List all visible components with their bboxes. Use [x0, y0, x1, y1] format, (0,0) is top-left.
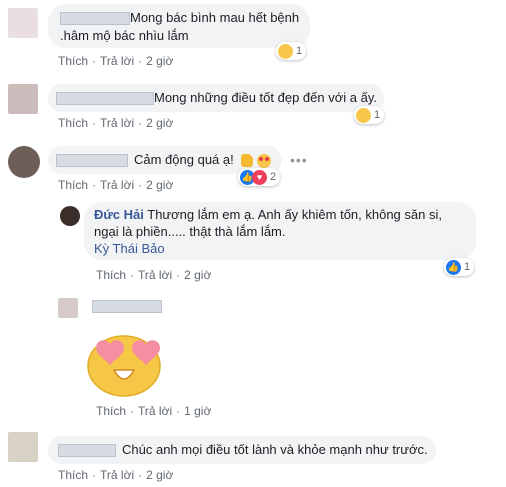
comment-text-line2: ngại là phiền..... thật thà lắm lắm. — [94, 224, 286, 239]
love-reaction-icon: ♥ — [252, 169, 267, 185]
heart-eyes-emoji-icon — [256, 153, 271, 168]
comment-actions: Thích · Trả lời · 2 giờ — [58, 468, 174, 482]
like-link[interactable]: Thích — [96, 268, 126, 282]
timestamp[interactable]: 2 giờ — [146, 468, 173, 482]
comment-actions: Thích · Trả lời · 2 giờ — [58, 54, 174, 68]
comment-bubble: Mong bác bình mau hết bệnh .hâm mộ bác n… — [48, 4, 310, 48]
timestamp[interactable]: 1 giờ — [184, 404, 211, 418]
comment-text: Mong những điều tốt đẹp đến với a ấy. — [154, 90, 377, 105]
timestamp[interactable]: 2 giờ — [184, 268, 211, 282]
avatar[interactable] — [8, 146, 40, 178]
avatar[interactable] — [58, 298, 78, 318]
comment-text: Thương lắm em ạ. Anh ấy khiêm tốn, không… — [147, 207, 442, 222]
like-link[interactable]: Thích — [58, 54, 88, 68]
reaction-summary[interactable]: 👍 ♥ 2 — [238, 168, 281, 186]
reaction-count: 1 — [464, 261, 471, 273]
reaction-summary[interactable]: 1 — [276, 42, 307, 60]
redacted-author-name[interactable] — [60, 12, 130, 26]
comment-actions: Thích · Trả lời · 1 giờ — [96, 404, 212, 418]
comment-bubble: Mong những điều tốt đẹp đến với a ấy. — [48, 84, 384, 112]
reaction-count: 1 — [374, 109, 381, 121]
redacted-author-name[interactable] — [58, 444, 116, 458]
timestamp[interactable]: 2 giờ — [146, 54, 173, 68]
like-link[interactable]: Thích — [58, 178, 88, 192]
redacted-author-name[interactable] — [92, 300, 162, 313]
timestamp[interactable]: 2 giờ — [146, 116, 173, 130]
thumbs-up-emoji-icon — [241, 154, 254, 168]
reply-link[interactable]: Trả lời — [100, 178, 134, 192]
comment-bubble: Chúc anh mọi điều tốt lành và khỏe mạnh … — [48, 436, 436, 464]
tagged-user-link[interactable]: Kỳ Thái Bảo — [94, 241, 165, 257]
reply-link[interactable]: Trả lời — [138, 404, 172, 418]
reaction-count: 2 — [270, 171, 277, 183]
comment-text-line2: .hâm mộ bác nhìu lắm — [60, 28, 189, 43]
like-link[interactable]: Thích — [58, 116, 88, 130]
avatar[interactable] — [60, 206, 80, 226]
comment-text: Cảm động quá ạ! — [134, 152, 234, 167]
comment-text: Chúc anh mọi điều tốt lành và khỏe mạnh … — [122, 442, 428, 457]
more-options-icon[interactable]: ••• — [290, 152, 308, 168]
comment-actions: Thích · Trả lời · 2 giờ — [58, 178, 174, 192]
comment-author-name[interactable]: Đức Hải — [94, 207, 144, 222]
comment-actions: Thích · Trả lời · 2 giờ — [58, 116, 174, 130]
comment-text: Mong bác bình mau hết bệnh — [130, 10, 300, 25]
reply-link[interactable]: Trả lời — [100, 468, 134, 482]
reply-link[interactable]: Trả lời — [100, 116, 134, 130]
reply-link[interactable]: Trả lời — [138, 268, 172, 282]
like-link[interactable]: Thích — [96, 404, 126, 418]
avatar[interactable] — [8, 432, 38, 462]
comment-actions: Thích · Trả lời · 2 giờ — [96, 268, 212, 282]
redacted-author-name[interactable] — [56, 154, 128, 168]
avatar[interactable] — [8, 8, 38, 38]
comment-bubble: Đức Hải Thương lắm em ạ. Anh ấy khiêm tố… — [84, 202, 476, 260]
reaction-summary[interactable]: 👍 1 — [444, 258, 475, 276]
reaction-summary[interactable]: 1 — [354, 106, 385, 124]
redacted-author-name[interactable] — [56, 92, 154, 106]
timestamp[interactable]: 2 giờ — [146, 178, 173, 192]
like-reaction-icon: 👍 — [446, 259, 461, 275]
reply-link[interactable]: Trả lời — [100, 54, 134, 68]
like-link[interactable]: Thích — [58, 468, 88, 482]
heart-eyes-sticker — [84, 326, 164, 398]
avatar[interactable] — [8, 84, 38, 114]
reaction-count: 1 — [296, 45, 303, 57]
haha-emoji-icon — [356, 107, 371, 123]
haha-emoji-icon — [278, 43, 293, 59]
